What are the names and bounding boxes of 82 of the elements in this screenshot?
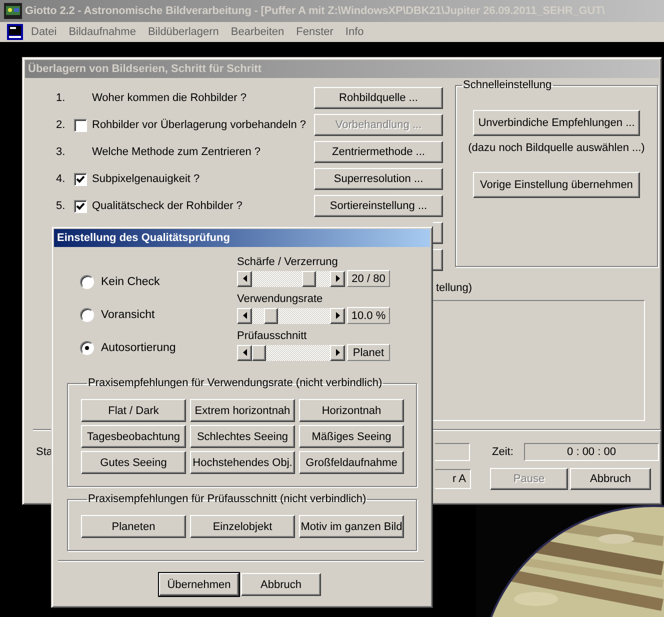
group-title: Schnelleinstellung	[462, 79, 553, 91]
document-icon[interactable]	[7, 24, 23, 40]
slider-label: Schärfe / Verzerrung	[237, 256, 339, 270]
menu-item[interactable]: Datei	[31, 26, 57, 38]
dialog-title: Überlagern von Bildserien, Schritt für Schritt	[28, 63, 262, 75]
caret-right-icon	[336, 349, 340, 356]
radio-label: Kein Check	[101, 276, 160, 288]
menu-item[interactable]: Bearbeiten	[230, 26, 284, 38]
slider-label: Verwendungsrate	[237, 293, 324, 307]
dialog-button[interactable]: Abbruch	[241, 573, 321, 596]
radio-button[interactable]	[80, 341, 94, 355]
menu-item[interactable]: Bildüberlagern	[148, 26, 219, 38]
preset-button[interactable]: Hochstehendes Obj.	[190, 451, 295, 474]
step-number: 2.	[56, 119, 66, 131]
checkbox[interactable]	[74, 172, 87, 186]
menu-item[interactable]: Info	[345, 26, 364, 38]
scroll-right-button[interactable]	[330, 344, 345, 360]
step-button[interactable]: Rohbildquelle ...	[314, 87, 443, 109]
preset-button[interactable]: Großfeldaufnahme	[299, 451, 404, 474]
status-field	[435, 443, 470, 461]
step-button[interactable]: Zentriermethode ...	[314, 141, 443, 163]
scroll-left-button[interactable]	[237, 344, 252, 360]
action-button[interactable]: Abbruch	[570, 468, 651, 490]
slider-value: 20 / 80	[347, 270, 390, 287]
step-label: Woher kommen die Rohbilder ?	[92, 92, 248, 104]
menu-item[interactable]: Fenster	[296, 26, 334, 38]
step-button[interactable]: Superresolution ...	[314, 168, 443, 190]
preset-button[interactable]: Flat / Dark	[81, 399, 186, 422]
time-field: 0 : 00 : 00	[524, 443, 659, 461]
menu-item[interactable]: Bildaufnahme	[68, 26, 136, 38]
buffer-field: r A	[435, 469, 471, 489]
button-edge[interactable]	[433, 222, 443, 244]
step-number: 4.	[56, 173, 66, 185]
checkbox[interactable]	[74, 200, 87, 212]
caret-right-icon	[336, 275, 340, 282]
step-label: Rohbilder vor Überlagerung vorbehandeln ?	[92, 119, 308, 131]
preset-button[interactable]: Mäßiges Seeing	[299, 425, 404, 448]
caret-left-icon	[242, 312, 246, 319]
preset-button[interactable]: Planeten	[81, 515, 186, 538]
radio-label: Autosortierung	[101, 342, 176, 354]
slider-thumb[interactable]	[302, 270, 316, 286]
radio-button[interactable]	[80, 308, 94, 322]
slider-value: Planet	[347, 344, 390, 361]
caret-left-icon	[242, 275, 246, 282]
preset-button[interactable]: Einzelobjekt	[190, 515, 295, 538]
caret-left-icon	[242, 349, 246, 356]
recommendations-button[interactable]: Unverbindiche Empfehlungen ...	[473, 110, 640, 136]
radio-label: Voransicht	[101, 309, 155, 321]
slider-value: 10.0 %	[347, 307, 390, 324]
preset-button[interactable]: Extrem horizontnah	[190, 399, 295, 422]
step-button[interactable]: Sortiereinstellung ...	[314, 195, 443, 217]
group-title: Praxisempfehlungen für Prüfausschnitt (nicht verbindlich)	[87, 493, 368, 505]
slider-thumb[interactable]	[264, 308, 278, 324]
slider-thumb[interactable]	[252, 344, 266, 360]
slider-label: Prüfausschnitt	[237, 330, 308, 344]
dialog-button[interactable]: Übernehmen	[159, 573, 239, 596]
preset-button[interactable]: Motiv im ganzen Bild	[299, 515, 404, 538]
step-label: Welche Methode zum Zentrieren ?	[92, 146, 262, 158]
caret-right-icon	[336, 312, 340, 319]
scroll-left-button[interactable]	[237, 308, 252, 324]
dialog-title: Einstellung des Qualitätsprüfung	[57, 232, 230, 244]
preset-button[interactable]: Tagesbeobachtung	[81, 425, 186, 448]
radio-button[interactable]	[80, 275, 94, 289]
step-number: 1.	[56, 92, 66, 104]
previous-settings-button[interactable]: Vorige Einstellung übernehmen	[473, 172, 640, 198]
step-label: Subpixelgenauigkeit ?	[92, 173, 201, 185]
time-label: Zeit:	[492, 446, 514, 458]
scroll-right-button[interactable]	[330, 308, 345, 324]
group-title: Praxisempfehlungen für Verwendungsrate (nicht verbindlich)	[87, 377, 384, 389]
checkbox[interactable]	[74, 118, 87, 132]
preset-button[interactable]: Horizontnah	[299, 399, 404, 422]
scroll-right-button[interactable]	[330, 270, 345, 286]
button-edge[interactable]	[433, 249, 443, 271]
step-label: Qualitätscheck der Rohbilder ?	[92, 200, 244, 212]
hint-text: (dazu noch Bildquelle auswählen ...)	[468, 142, 645, 154]
scroll-left-button[interactable]	[237, 270, 252, 286]
step-number: 3.	[56, 146, 66, 158]
preset-button[interactable]: Gutes Seeing	[81, 451, 186, 474]
preset-button[interactable]: Schlechtes Seeing	[190, 425, 295, 448]
log-label: tellung)	[435, 282, 474, 296]
step-number: 5.	[56, 200, 66, 212]
app-icon	[4, 3, 22, 19]
